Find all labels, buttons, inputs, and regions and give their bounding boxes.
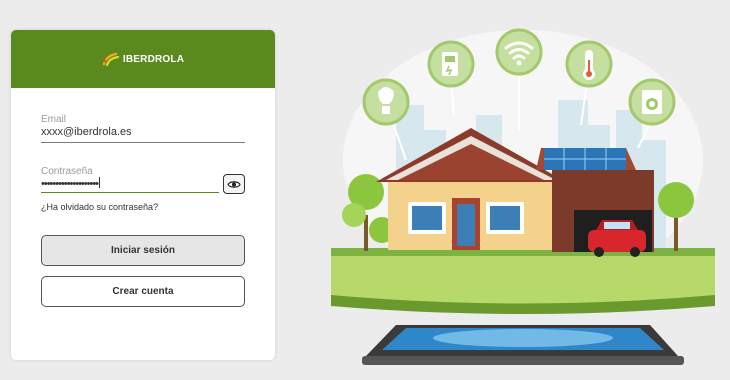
- iberdrola-logo: IBERDROLA: [102, 52, 184, 66]
- card-header: IBERDROLA: [11, 30, 275, 88]
- password-underline: [41, 192, 219, 193]
- grass-platform: [331, 248, 715, 314]
- email-label: Email: [41, 114, 67, 125]
- thermometer-bubble: [565, 40, 613, 88]
- create-account-button[interactable]: Crear cuenta: [41, 276, 245, 307]
- iberdrola-logo-mark: [102, 52, 119, 66]
- email-field[interactable]: xxxx@iberdrola.es: [41, 126, 132, 138]
- text-caret: [99, 177, 101, 188]
- light-bulb-bubble: [362, 78, 410, 126]
- forgot-password-link[interactable]: ¿Ha olvidado su contraseña?: [41, 202, 158, 212]
- ev-charger-bubble: [427, 40, 475, 88]
- brand-name: IBERDROLA: [122, 53, 185, 65]
- login-button[interactable]: Iniciar sesión: [41, 235, 245, 266]
- tablet: [362, 325, 684, 365]
- smart-home-illustration: [331, 28, 715, 365]
- email-underline: [41, 142, 245, 143]
- eye-icon: [227, 180, 241, 188]
- washing-machine-bubble: [628, 78, 676, 126]
- login-card: IBERDROLA Email xxxx@iberdrola.es Contra…: [11, 30, 275, 360]
- show-password-button[interactable]: [223, 174, 245, 194]
- password-masked-value: ••••••••••••••••••••: [41, 178, 99, 190]
- password-label: Contraseña: [41, 166, 93, 177]
- wifi-bubble: [495, 28, 543, 76]
- password-field[interactable]: ••••••••••••••••••••: [41, 177, 101, 190]
